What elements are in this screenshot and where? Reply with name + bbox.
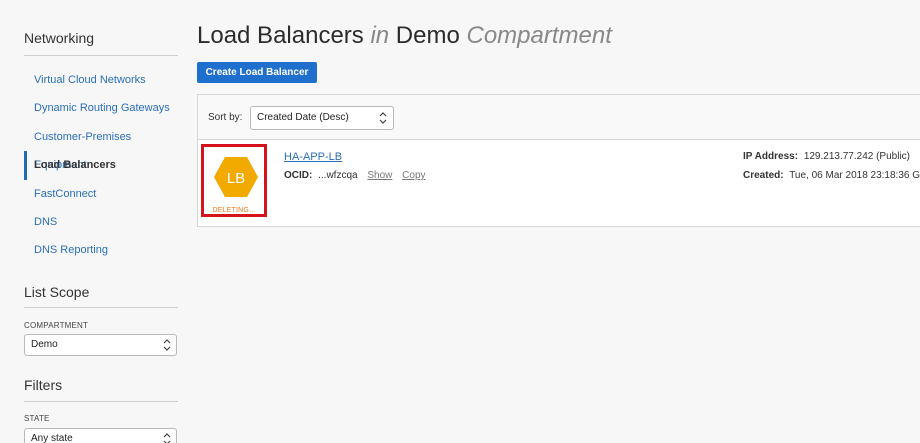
sidebar-nav: Virtual Cloud Networks Dynamic Routing G… (24, 66, 184, 265)
select-arrows-icon (163, 339, 171, 351)
compartment-label: COMPARTMENT (24, 321, 89, 330)
sort-bar: Sort by: Created Date (Desc) (197, 94, 920, 140)
created-row: Created: Tue, 06 Mar 2018 23:18:36 GMT (743, 170, 920, 181)
title-compartment-suffix: Compartment (466, 22, 612, 49)
ocid-row: OCID: ...wfzcqa Show Copy (284, 170, 429, 181)
compartment-value: Demo (31, 339, 58, 350)
sidebar-item-dns-reporting[interactable]: DNS Reporting (24, 236, 184, 264)
sidebar-item-dns[interactable]: DNS (24, 208, 184, 236)
show-link[interactable]: Show (367, 170, 392, 181)
create-load-balancer-button[interactable]: Create Load Balancer (197, 62, 317, 83)
divider (24, 401, 178, 402)
state-label: STATE (24, 414, 50, 423)
copy-link[interactable]: Copy (402, 170, 425, 181)
icon-text: LB (227, 170, 245, 187)
networking-heading: Networking (24, 30, 95, 46)
sidebar-item-dynamic-routing-gateways[interactable]: Dynamic Routing Gateways (24, 94, 184, 122)
load-balancer-icon: LB (214, 157, 258, 197)
page-title: Load Balancers in Demo Compartment (197, 22, 612, 50)
created-value: Tue, 06 Mar 2018 23:18:36 GMT (789, 170, 920, 181)
title-in: in (370, 22, 390, 49)
select-arrows-icon (379, 112, 387, 124)
highlight-box: LB DELETING... (201, 144, 267, 217)
sidebar: Networking Virtual Cloud Networks Dynami… (0, 0, 190, 443)
sort-select[interactable]: Created Date (Desc) (250, 106, 394, 130)
created-label: Created: (743, 170, 784, 181)
sidebar-item-load-balancers[interactable]: Load Balancers (24, 151, 184, 180)
ip-label: IP Address: (743, 151, 799, 162)
status-badge: DELETING... (212, 207, 256, 214)
load-balancer-name-link[interactable]: HA-APP-LB (284, 151, 342, 163)
sort-label: Sort by: (208, 112, 243, 123)
select-arrows-icon (163, 433, 171, 443)
divider (24, 55, 178, 56)
state-value: Any state (31, 433, 73, 443)
list-scope-heading: List Scope (24, 284, 90, 300)
ip-value: 129.213.77.242 (Public) (803, 151, 910, 162)
ocid-label: OCID: (284, 170, 313, 181)
sort-value: Created Date (Desc) (257, 112, 349, 123)
ip-address-row: IP Address: 129.213.77.242 (Public) (743, 151, 913, 162)
sidebar-item-virtual-cloud-networks[interactable]: Virtual Cloud Networks (24, 66, 184, 94)
ocid-value: ...wfzcqa (318, 170, 358, 181)
sidebar-item-customer-premises-equipment[interactable]: Customer-Premises Equipment (24, 123, 184, 171)
title-compartment-name: Demo (389, 22, 467, 49)
load-balancer-card: LB DELETING... HA-APP-LB OCID: ...wfzcqa… (197, 140, 920, 227)
state-select[interactable]: Any state (24, 428, 177, 443)
compartment-select[interactable]: Demo (24, 334, 177, 356)
title-main: Load Balancers (197, 22, 371, 49)
filters-heading: Filters (24, 377, 63, 393)
sidebar-item-fastconnect[interactable]: FastConnect (24, 180, 184, 208)
divider (24, 307, 178, 308)
